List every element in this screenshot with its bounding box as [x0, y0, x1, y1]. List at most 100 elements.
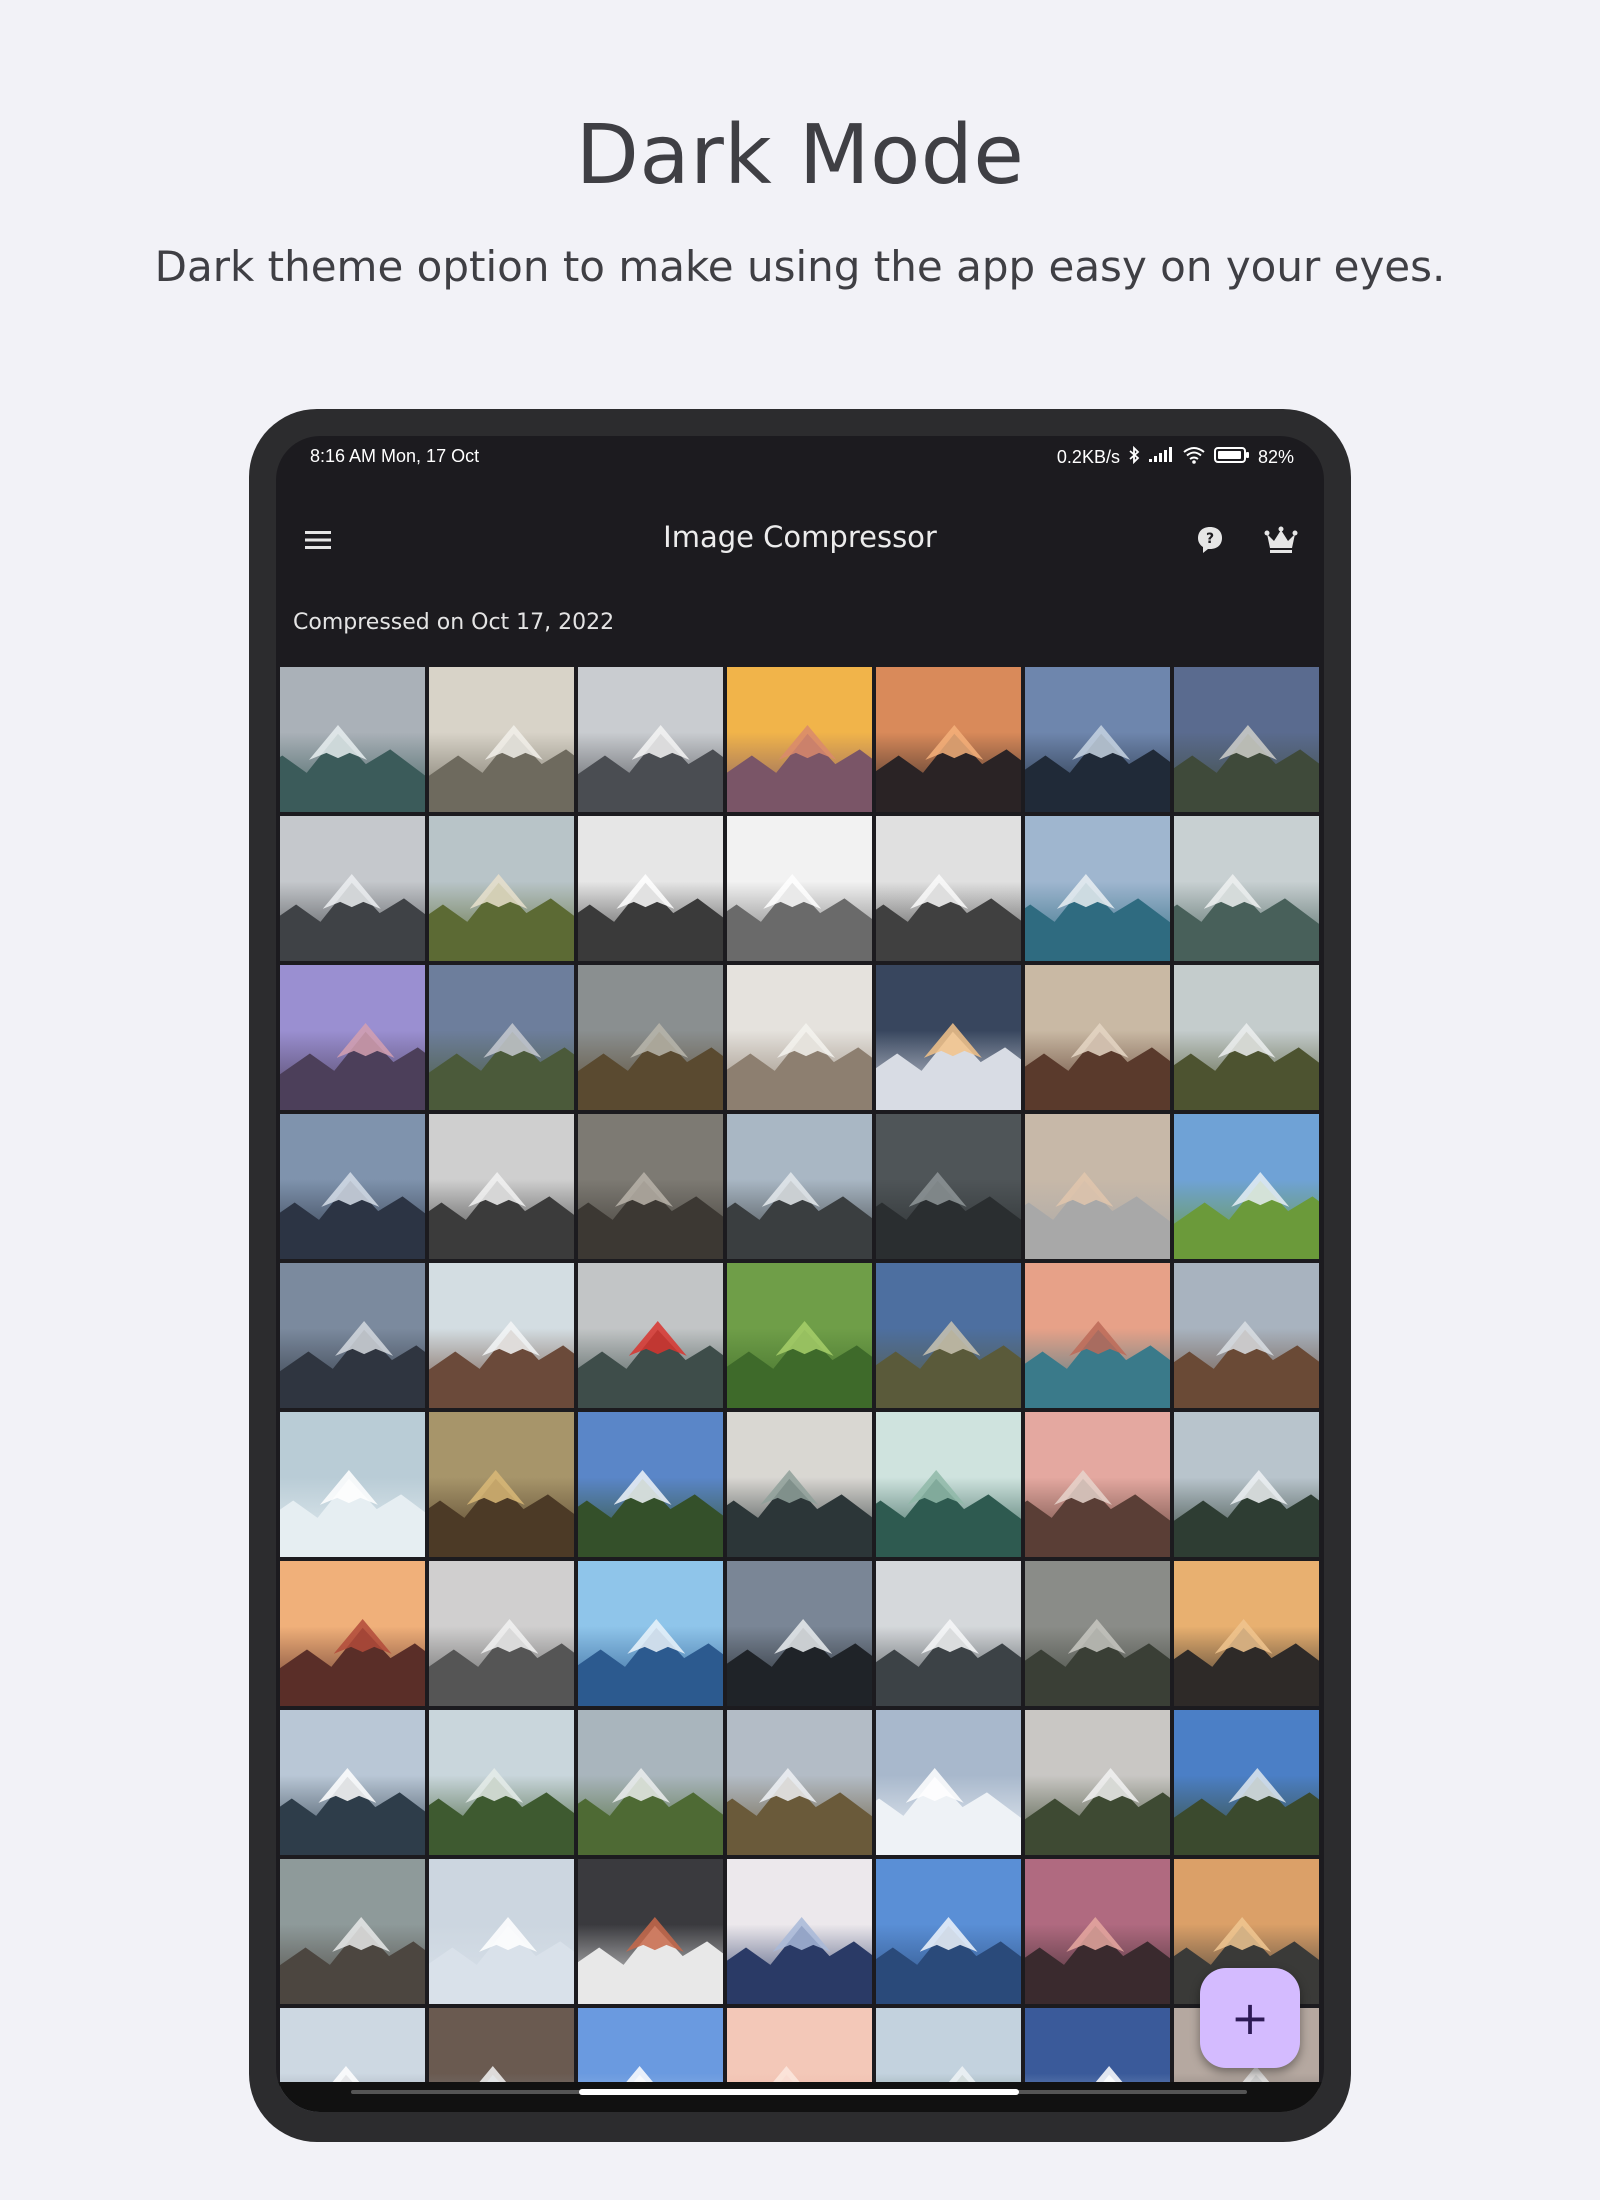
image-thumbnail[interactable] — [727, 1114, 872, 1259]
image-thumbnail[interactable] — [727, 1412, 872, 1557]
image-thumbnail[interactable] — [727, 816, 872, 961]
image-thumbnail[interactable] — [280, 1859, 425, 2004]
image-thumbnail[interactable] — [578, 1412, 723, 1557]
image-thumbnail[interactable] — [578, 1263, 723, 1408]
image-thumbnail[interactable] — [280, 965, 425, 1110]
image-thumbnail[interactable] — [280, 1561, 425, 1706]
thumbnail-highlight — [772, 1917, 831, 1952]
image-thumbnail[interactable] — [1174, 1263, 1319, 1408]
image-thumbnail[interactable] — [578, 816, 723, 961]
thumbnail-highlight — [465, 1768, 524, 1803]
thumbnail-landscape — [1025, 1776, 1170, 1855]
premium-button[interactable] — [1259, 520, 1303, 560]
image-thumbnail[interactable] — [876, 1859, 1021, 2004]
image-thumbnail[interactable] — [1025, 965, 1170, 1110]
image-thumbnail[interactable] — [280, 1263, 425, 1408]
image-thumbnail[interactable] — [429, 965, 574, 1110]
image-thumbnail[interactable] — [1025, 816, 1170, 961]
image-thumbnail[interactable] — [727, 1263, 872, 1408]
image-thumbnail[interactable] — [1174, 816, 1319, 961]
thumbnail-highlight — [309, 725, 367, 760]
thumbnail-highlight — [923, 1023, 982, 1058]
image-thumbnail[interactable] — [280, 1412, 425, 1557]
image-thumbnail[interactable] — [429, 1263, 574, 1408]
image-thumbnail[interactable] — [429, 667, 574, 812]
thumbnail-highlight — [774, 1619, 833, 1654]
wifi-icon — [1182, 446, 1206, 469]
thumbnail-highlight — [763, 874, 822, 909]
image-thumbnail[interactable] — [1025, 1710, 1170, 1855]
thumbnail-landscape — [876, 1776, 1021, 1855]
thumbnail-landscape — [1025, 882, 1170, 961]
image-thumbnail[interactable] — [876, 1412, 1021, 1557]
thumbnail-highlight — [1070, 1023, 1129, 1058]
thumbnail-highlight — [484, 725, 543, 760]
image-thumbnail[interactable] — [876, 1561, 1021, 1706]
image-thumbnail[interactable] — [429, 1710, 574, 1855]
crown-icon — [1264, 526, 1298, 553]
thumbnail-highlight — [481, 1321, 540, 1356]
battery-percent: 82% — [1257, 447, 1294, 467]
image-thumbnail[interactable] — [1025, 1859, 1170, 2004]
image-thumbnail[interactable] — [1174, 965, 1319, 1110]
image-thumbnail[interactable] — [1025, 1114, 1170, 1259]
thumbnail-highlight — [1231, 1172, 1290, 1207]
help-button[interactable]: ? — [1190, 520, 1230, 560]
image-thumbnail[interactable] — [1174, 667, 1319, 812]
image-thumbnail[interactable] — [1174, 1561, 1319, 1706]
thumbnail-highlight — [628, 1321, 687, 1356]
thumbnail-landscape — [727, 1776, 872, 1855]
image-thumbnail[interactable] — [727, 1859, 872, 2004]
image-thumbnail[interactable] — [280, 1710, 425, 1855]
image-thumbnail[interactable] — [578, 1710, 723, 1855]
image-thumbnail[interactable] — [578, 1114, 723, 1259]
image-thumbnail[interactable] — [1174, 1412, 1319, 1557]
image-thumbnail[interactable] — [280, 1114, 425, 1259]
image-thumbnail[interactable] — [876, 667, 1021, 812]
image-thumbnail[interactable] — [578, 1859, 723, 2004]
status-bar: 8:16 AM Mon, 17 Oct 0.2KB/s 82% — [276, 436, 1324, 492]
image-thumbnail[interactable] — [876, 965, 1021, 1110]
image-thumbnail[interactable] — [876, 1710, 1021, 1855]
image-thumbnail[interactable] — [1174, 1710, 1319, 1855]
image-thumbnail[interactable] — [1025, 1561, 1170, 1706]
status-time: 8:16 AM Mon, 17 Oct — [310, 446, 480, 466]
thumbnail-highlight — [1203, 874, 1262, 909]
image-thumbnail[interactable] — [727, 1561, 872, 1706]
thumbnail-highlight — [614, 1172, 673, 1207]
thumbnail-highlight — [1216, 1321, 1275, 1356]
image-thumbnail[interactable] — [727, 965, 872, 1110]
system-nav-bar — [276, 2082, 1324, 2112]
image-thumbnail[interactable] — [876, 1263, 1021, 1408]
image-thumbnail[interactable] — [429, 816, 574, 961]
thumbnail-highlight — [908, 1172, 967, 1207]
image-thumbnail[interactable] — [429, 1412, 574, 1557]
image-thumbnail[interactable] — [876, 1114, 1021, 1259]
thumbnail-landscape — [429, 1031, 574, 1110]
image-thumbnail[interactable] — [727, 667, 872, 812]
image-thumbnail[interactable] — [727, 1710, 872, 1855]
image-thumbnail[interactable] — [1025, 667, 1170, 812]
image-thumbnail[interactable] — [280, 667, 425, 812]
image-thumbnail[interactable] — [1025, 1412, 1170, 1557]
menu-icon — [305, 531, 331, 549]
gesture-handle[interactable] — [579, 2089, 1019, 2095]
image-thumbnail[interactable] — [578, 1561, 723, 1706]
image-thumbnail[interactable] — [280, 816, 425, 961]
thumbnail-landscape — [876, 1180, 1021, 1259]
image-thumbnail[interactable] — [578, 667, 723, 812]
image-thumbnail[interactable] — [429, 1114, 574, 1259]
image-thumbnail[interactable] — [429, 1561, 574, 1706]
thumbnail-highlight — [631, 725, 690, 760]
thumbnail-landscape — [280, 1031, 425, 1110]
thumbnail-landscape — [1174, 1478, 1319, 1557]
app-title: Image Compressor — [663, 520, 937, 554]
image-thumbnail[interactable] — [429, 1859, 574, 2004]
image-thumbnail[interactable] — [1025, 1263, 1170, 1408]
image-thumbnail[interactable] — [578, 965, 723, 1110]
add-image-fab[interactable]: + — [1200, 1968, 1300, 2068]
thumbnail-landscape — [429, 733, 574, 812]
menu-button[interactable] — [298, 520, 338, 560]
image-thumbnail[interactable] — [1174, 1114, 1319, 1259]
image-thumbnail[interactable] — [876, 816, 1021, 961]
